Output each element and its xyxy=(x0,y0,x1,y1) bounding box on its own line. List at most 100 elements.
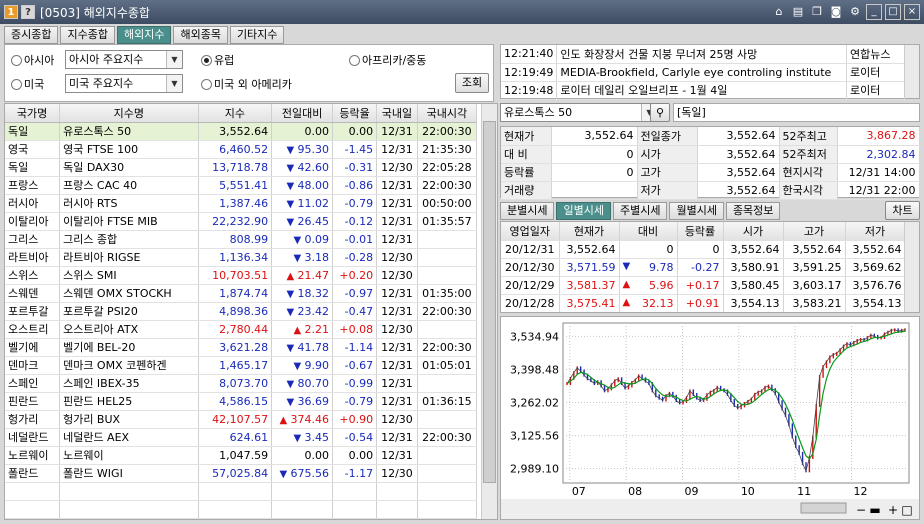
gear-icon[interactable]: ⚙ xyxy=(847,4,863,20)
news-scrollbar[interactable] xyxy=(904,45,919,98)
index-selector[interactable]: 유로스톡스 50 ▼ xyxy=(500,103,658,122)
table-row[interactable]: 이탈리아 이탈리아 FTSE MIB 22,232.90 ▼ 26.45 -0.12 12/… xyxy=(5,212,478,231)
chevron-down-icon[interactable]: ▼ xyxy=(166,75,182,92)
col-rate[interactable]: 등락율 xyxy=(332,104,378,123)
table-row[interactable]: 독일 독일 DAX30 13,718.78 ▼ 42.60 -0.31 12/30 22:05… xyxy=(5,158,478,177)
history-scrollbar[interactable] xyxy=(904,222,919,312)
camera-icon[interactable]: ◙ xyxy=(828,4,844,20)
radio-europe[interactable]: 유럽 xyxy=(201,52,234,68)
tab-other-index[interactable]: 기타지수 xyxy=(229,26,285,44)
col-country[interactable]: 국가명 xyxy=(5,104,61,123)
radio-africa-dot[interactable] xyxy=(349,54,360,66)
table-row[interactable]: 20/12/31 3,552.64 0 0 3,552.64 3,552.64 3,552.… xyxy=(501,240,906,259)
col-change[interactable]: 대비 xyxy=(619,222,678,241)
table-row[interactable]: 20/12/28 3,575.41 ▲ 32.13 +0.91 3,554.13 3,583… xyxy=(501,294,906,312)
table-row[interactable]: 20/12/29 3,581.37 ▲ 5.96 +0.17 3,580.45 3,603.… xyxy=(501,276,906,295)
radio-asia-dot[interactable] xyxy=(11,54,22,66)
chevron-down-icon[interactable]: ▼ xyxy=(166,51,182,68)
tab-minute-price[interactable]: 분별시세 xyxy=(500,202,555,220)
radio-america-dot[interactable] xyxy=(201,78,212,90)
search-button[interactable]: ⚲ xyxy=(650,103,670,122)
col-price[interactable]: 현재가 xyxy=(559,222,620,241)
zoom-in-icon[interactable]: + xyxy=(888,503,898,517)
scrollbar-thumb[interactable] xyxy=(483,121,496,483)
overseas-index-table: 국가명 지수명 지수 전일대비 등락율 국내일 국내시각 독일 유로스톡스 50 3… xyxy=(4,103,498,520)
price-chart[interactable]: 3,534.94 3,398.48 3,262.02 3,125.56 2,989.10… xyxy=(500,316,920,520)
table-row[interactable]: 핀란드 핀란드 HEL25 4,586.15 ▼ 36.69 -0.79 12/31 01:3… xyxy=(5,392,478,411)
radio-europe-dot[interactable] xyxy=(201,54,212,66)
news-item[interactable]: 12:19:48 로이터 데일리 오일브리프 - 1월 4일 로이터 xyxy=(501,81,905,100)
index-name-cell: 네덜란드 AEX xyxy=(59,428,199,447)
news-item[interactable]: 12:21:40 인도 화장장서 건물 지붕 무너져 25명 사망 연합뉴스 xyxy=(501,45,905,64)
col-index[interactable]: 지수 xyxy=(198,104,273,123)
zoom-out-icon[interactable]: − xyxy=(856,503,866,517)
col-local-time[interactable]: 국내시각 xyxy=(417,104,478,123)
radio-asia[interactable]: 아시아 xyxy=(11,52,54,68)
tool-icon[interactable]: ⌂ xyxy=(771,4,787,20)
chart-button[interactable]: 차트 xyxy=(885,201,920,220)
table-row[interactable]: 덴마크 덴마크 OMX 코펜하겐 1,465.17 ▼ 9.90 -0.67 12/31 01… xyxy=(5,356,478,375)
news-item[interactable]: 12:19:49 MEDIA-Brookfield, Carlyle eye co… xyxy=(501,63,905,82)
tab-daily-price[interactable]: 일별시세 xyxy=(556,202,611,220)
news-title[interactable]: 로이터 데일리 오일브리프 - 1월 4일 xyxy=(556,81,847,100)
table-row[interactable]: 20/12/30 3,571.59 ▼ 9.78 -0.27 3,580.91 3,591.… xyxy=(501,258,906,277)
table-row[interactable]: 벨기에 벨기에 BEL-20 3,621.28 ▼ 41.78 -1.14 12/31 22:… xyxy=(5,338,478,357)
tab-stock-info[interactable]: 종목정보 xyxy=(725,202,781,220)
minimize-icon[interactable]: _ xyxy=(866,4,882,20)
price-chart-svg[interactable]: 3,534.94 3,398.48 3,262.02 3,125.56 2,989.10… xyxy=(501,317,919,519)
table-row[interactable]: 폴란드 폴란드 WIGI 57,025.84 ▼ 675.56 -1.17 12/30 xyxy=(5,464,478,483)
table-row[interactable]: 스위스 스위스 SMI 10,703.51 ▲ 21.47 +0.20 12/30 xyxy=(5,266,478,285)
table-row[interactable]: 프랑스 프랑스 CAC 40 5,551.41 ▼ 48.00 -0.86 12/31 22:… xyxy=(5,176,478,195)
index-time-cell xyxy=(417,230,478,249)
table-row[interactable]: 러시아 러시아 RTS 1,387.46 ▼ 11.02 -0.79 12/31 00:50:… xyxy=(5,194,478,213)
table-scrollbar[interactable] xyxy=(481,104,497,519)
table-row[interactable]: 영국 영국 FTSE 100 6,460.52 ▼ 95.30 -1.45 12/31 21:… xyxy=(5,140,478,159)
asia-index-select[interactable]: 아시아 주요지수 ▼ xyxy=(65,50,183,69)
index-name-cell: 폴란드 WIGI xyxy=(59,464,199,483)
index-date-cell: 12/30 xyxy=(376,158,418,177)
col-change[interactable]: 전일대비 xyxy=(271,104,334,123)
fit-icon[interactable]: □ xyxy=(901,503,912,517)
close-icon[interactable]: × xyxy=(904,4,920,20)
col-date[interactable]: 영업일자 xyxy=(501,222,560,241)
index-time-cell: 01:05:01 xyxy=(417,356,478,375)
col-local-date[interactable]: 국내일 xyxy=(376,104,418,123)
table-row[interactable]: 독일 유로스톡스 50 3,552.64 0.00 0.00 12/31 22:00:30 xyxy=(5,122,478,141)
tab-overseas-stock[interactable]: 해외종목 xyxy=(173,26,228,44)
chart-scroll-thumb[interactable] xyxy=(800,502,847,514)
col-high[interactable]: 고가 xyxy=(783,222,846,241)
window-number-badge[interactable]: 1 xyxy=(4,5,18,19)
news-title[interactable]: MEDIA-Brookfield, Carlyle eye controling… xyxy=(556,63,847,82)
col-low[interactable]: 저가 xyxy=(845,222,906,241)
radio-usa-dot[interactable] xyxy=(11,78,22,90)
radio-africa-middleeast[interactable]: 아프리카/중동 xyxy=(349,52,426,68)
col-index-name[interactable]: 지수명 xyxy=(59,104,199,123)
table-row[interactable]: 노르웨이 노르웨이 1,047.59 0.00 0.00 12/31 xyxy=(5,446,478,465)
tab-market-summary[interactable]: 증시종합 xyxy=(4,26,59,44)
radio-usa[interactable]: 미국 xyxy=(11,76,44,92)
tab-index-summary[interactable]: 지수종합 xyxy=(60,26,115,44)
doc-icon[interactable]: ▤ xyxy=(790,4,806,20)
table-row[interactable]: 그리스 그리스 종합 808.99 ▼ 0.09 -0.01 12/31 xyxy=(5,230,478,249)
copy-icon[interactable]: ❐ xyxy=(809,4,825,20)
maximize-icon[interactable]: □ xyxy=(885,4,901,20)
table-row[interactable]: 스페인 스페인 IBEX-35 8,073.70 ▼ 80.70 -0.99 12/31 xyxy=(5,374,478,393)
table-row[interactable]: 오스트리 오스트리아 ATX 2,780.44 ▲ 2.21 +0.08 12/30 xyxy=(5,320,478,339)
usa-index-select[interactable]: 미국 주요지수 ▼ xyxy=(65,74,183,93)
tab-weekly-price[interactable]: 주별시세 xyxy=(612,202,668,220)
table-row[interactable]: 포르투갈 포르투갈 PSI20 4,898.36 ▼ 23.42 -0.47 12/31 22… xyxy=(5,302,478,321)
help-badge[interactable]: ? xyxy=(21,5,35,19)
col-rate[interactable]: 등락률 xyxy=(677,222,724,241)
table-row[interactable]: 라트비아 라트비아 RIGSE 1,136.34 ▼ 3.18 -0.28 12/30 xyxy=(5,248,478,267)
query-button[interactable]: 조회 xyxy=(455,73,489,93)
table-row[interactable]: 네덜란드 네덜란드 AEX 624.61 ▼ 3.45 -0.54 12/31 22:00:3… xyxy=(5,428,478,447)
tab-overseas-index[interactable]: 해외지수 xyxy=(116,26,172,44)
zoom-slider-icon[interactable]: ▬ xyxy=(869,503,880,517)
col-open[interactable]: 시가 xyxy=(723,222,784,241)
table-row[interactable]: 스웨덴 스웨덴 OMX STOCKH 1,874.74 ▼ 18.32 -0.97 12/3… xyxy=(5,284,478,303)
quote-row: 거래량 저가 3,552.64 한국시각 12/31 22:00 xyxy=(501,181,920,200)
tab-monthly-price[interactable]: 월별시세 xyxy=(669,202,724,220)
news-title[interactable]: 인도 화장장서 건물 지붕 무너져 25명 사망 xyxy=(556,45,847,64)
radio-america[interactable]: 미국 외 아메리카 xyxy=(201,76,292,92)
table-row[interactable]: 헝가리 헝가리 BUX 42,107.57 ▲ 374.46 +0.90 12/30 xyxy=(5,410,478,429)
